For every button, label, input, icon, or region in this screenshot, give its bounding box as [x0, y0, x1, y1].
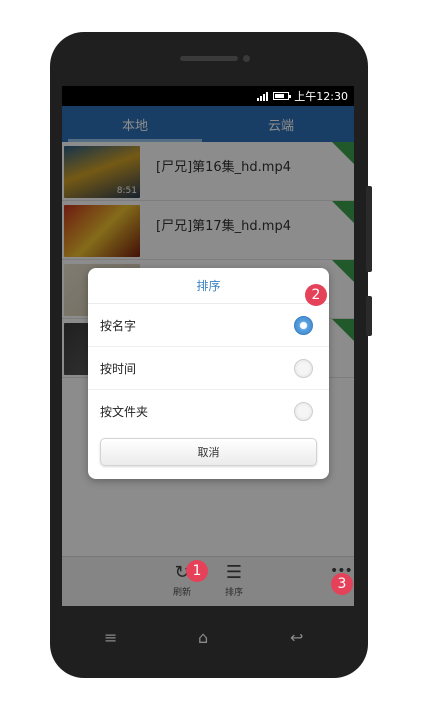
- dialog-title: 排序: [88, 268, 329, 304]
- option-label: 按时间: [100, 361, 137, 376]
- modal-overlay[interactable]: 排序 按名字 按时间 按文件夹 取消: [62, 106, 354, 606]
- status-time: 上午12:30: [294, 90, 348, 103]
- option-label: 按文件夹: [100, 405, 149, 419]
- callout-badge-1: 1: [186, 560, 208, 582]
- volume-button[interactable]: [366, 186, 372, 272]
- sort-dialog: 排序 按名字 按时间 按文件夹 取消: [88, 268, 329, 479]
- menu-key-icon[interactable]: ≡: [104, 628, 117, 647]
- power-button[interactable]: [366, 296, 372, 336]
- speaker-grille: [180, 56, 238, 61]
- callout-badge-2: 2: [305, 284, 327, 306]
- battery-icon: [273, 92, 292, 100]
- back-key-icon[interactable]: ↩: [290, 628, 303, 647]
- navigation-keys: ≡ ⌂ ↩: [62, 622, 354, 658]
- home-key-icon[interactable]: ⌂: [198, 628, 208, 647]
- sort-option-name[interactable]: 按名字: [88, 304, 329, 347]
- radio-unchecked-icon[interactable]: [294, 359, 313, 378]
- radio-unchecked-icon[interactable]: [294, 402, 313, 421]
- option-label: 按名字: [100, 318, 137, 333]
- sort-option-time[interactable]: 按时间: [88, 347, 329, 390]
- callout-badge-3: 3: [331, 573, 353, 595]
- cancel-button[interactable]: 取消: [100, 438, 317, 466]
- radio-checked-icon[interactable]: [294, 316, 313, 335]
- phone-screen: 上午12:30 本地 云端 8:51 [尸兄]第16集_hd.mp4 [尸兄]第…: [62, 86, 354, 606]
- status-bar: 上午12:30: [62, 86, 354, 106]
- stage: 上午12:30 本地 云端 8:51 [尸兄]第16集_hd.mp4 [尸兄]第…: [0, 0, 422, 713]
- sort-option-folder[interactable]: 按文件夹: [88, 390, 329, 433]
- signal-icon: [257, 91, 269, 101]
- front-camera: [243, 55, 250, 62]
